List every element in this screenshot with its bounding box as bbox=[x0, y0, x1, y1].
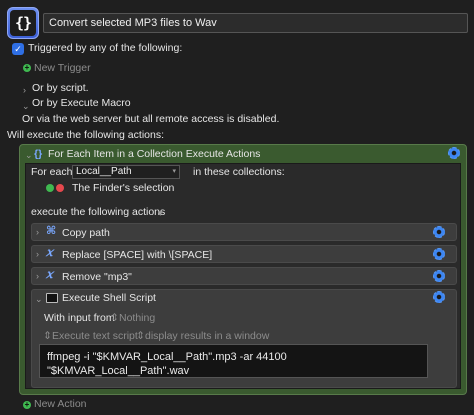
x-icon: 𝑥 bbox=[46, 245, 53, 259]
new-action-link[interactable]: New Action bbox=[34, 398, 87, 411]
sub-action-label: Remove "mp3" bbox=[62, 271, 132, 283]
chevron-right-icon[interactable]: › bbox=[36, 226, 39, 239]
gear-icon[interactable] bbox=[433, 270, 445, 282]
for-each-label: For each bbox=[31, 166, 73, 178]
display-mode-select[interactable]: display results in a window bbox=[145, 330, 269, 343]
chevron-right-icon[interactable]: › bbox=[36, 270, 39, 283]
command-icon: ⌘ bbox=[46, 225, 57, 237]
chevron-down-icon[interactable]: ⌄ bbox=[35, 293, 43, 306]
sub-action-label: Copy path bbox=[62, 227, 110, 239]
execute-mode-select[interactable]: Execute text script bbox=[52, 330, 138, 343]
execute-following-label: execute the following actions bbox=[31, 206, 166, 218]
chevron-right-icon[interactable]: › bbox=[23, 84, 26, 97]
triangle-down-icon[interactable]: ▾ bbox=[158, 207, 163, 220]
collection-label: The Finder's selection bbox=[72, 182, 175, 194]
for-each-title: For Each Item in a Collection Execute Ac… bbox=[48, 148, 261, 160]
macro-name-field[interactable]: Convert selected MP3 files to Wav bbox=[43, 13, 468, 33]
gear-icon[interactable] bbox=[448, 147, 460, 159]
dropdown-arrow-icon[interactable]: ▾ bbox=[172, 166, 176, 178]
new-trigger-plus-icon[interactable]: + bbox=[23, 64, 31, 72]
remove-collection-icon[interactable] bbox=[56, 184, 64, 192]
braces-icon: {} bbox=[10, 10, 36, 36]
sub-action-label: Replace [SPACE] with \[SPACE] bbox=[62, 249, 213, 261]
new-action-plus-icon[interactable]: + bbox=[23, 401, 31, 409]
triggered-checkbox[interactable]: ✓ bbox=[12, 43, 24, 55]
with-input-label: With input from bbox=[44, 312, 115, 324]
for-each-braces-icon: {} bbox=[34, 148, 43, 160]
or-by-script-label[interactable]: Or by script. bbox=[32, 82, 89, 95]
updown-icon[interactable]: ⇕ bbox=[136, 330, 145, 343]
chevron-right-icon[interactable]: › bbox=[36, 248, 39, 261]
triggered-label: Triggered by any of the following: bbox=[28, 42, 183, 54]
input-source-select[interactable]: Nothing bbox=[119, 312, 155, 325]
shell-title: Execute Shell Script bbox=[62, 292, 156, 304]
chevron-down-icon[interactable]: ⌄ bbox=[25, 149, 33, 162]
variable-value: Local__Path bbox=[76, 166, 132, 177]
macro-icon[interactable]: {} bbox=[7, 7, 39, 39]
web-server-label: Or via the web server but all remote acc… bbox=[22, 113, 280, 125]
actions-heading: Will execute the following actions: bbox=[7, 129, 164, 141]
add-collection-icon[interactable] bbox=[46, 184, 54, 192]
shell-script-editor[interactable]: ffmpeg -i "$KMVAR_Local__Path".mp3 -ar 4… bbox=[39, 344, 428, 378]
variable-field[interactable]: Local__Path ▾ bbox=[72, 165, 180, 179]
chevron-down-icon[interactable]: ⌄ bbox=[22, 100, 30, 113]
or-by-execute-macro-label[interactable]: Or by Execute Macro bbox=[32, 97, 131, 110]
gear-icon[interactable] bbox=[433, 226, 445, 238]
updown-icon[interactable]: ⇕ bbox=[43, 330, 52, 343]
gear-icon[interactable] bbox=[433, 291, 445, 303]
terminal-icon bbox=[46, 293, 58, 303]
updown-icon[interactable]: ⇕ bbox=[110, 312, 119, 325]
gear-icon[interactable] bbox=[433, 248, 445, 260]
in-collections-label: in these collections: bbox=[193, 166, 285, 178]
new-trigger-link[interactable]: New Trigger bbox=[34, 62, 91, 75]
x-icon: 𝑥 bbox=[46, 267, 53, 281]
checkmark-icon: ✓ bbox=[14, 43, 22, 54]
